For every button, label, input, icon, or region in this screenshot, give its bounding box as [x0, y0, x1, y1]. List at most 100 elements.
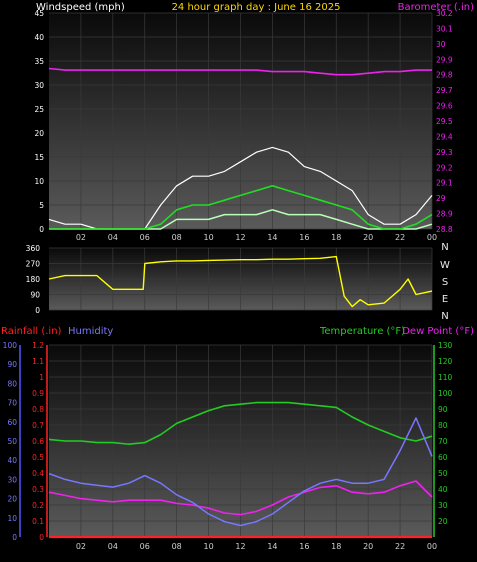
rainfall-axis-label: Rainfall (.in): [1, 326, 62, 337]
temperature-tick-label: 40: [438, 485, 448, 494]
weather-charts: Windspeed (mph) 24 hour graph day : June…: [1, 2, 474, 551]
rainfall-tick-label: 0.5: [32, 453, 44, 462]
temperature-tick-label: 110: [438, 373, 453, 382]
x-tick-label: 22: [395, 542, 405, 551]
barometer-tick-label: 29.6: [436, 102, 453, 111]
humidity-tick-label: 90: [7, 360, 17, 369]
barometer-tick-label: 28.9: [436, 210, 453, 219]
barometer-tick-label: 29.9: [436, 55, 453, 64]
wind-tick-label: 45: [34, 9, 44, 18]
wind-tick-label: 5: [39, 201, 44, 210]
rainfall-tick-label: 0.8: [32, 405, 44, 414]
x-tick-label: 10: [203, 542, 213, 551]
compass-label: S: [442, 277, 448, 288]
temp-x-ticks: 02 04 06 08 10 12 14 16 18 20 22 00: [76, 542, 437, 551]
x-tick-label: 12: [235, 542, 245, 551]
rainfall-tick-label: 0.3: [32, 485, 44, 494]
direction-tick-label: 180: [26, 275, 41, 284]
x-tick-label: 10: [203, 233, 213, 242]
temperature-tick-label: 30: [438, 501, 448, 510]
wind-tick-label: 0: [39, 225, 44, 234]
x-tick-label: 06: [140, 542, 150, 551]
barometer-tick-label: 29: [436, 194, 446, 203]
temperature-tick-label: 130: [438, 341, 453, 350]
x-tick-label: 04: [108, 233, 118, 242]
temperature-tick-label: 20: [438, 517, 448, 526]
direction-tick-label: 90: [30, 291, 40, 300]
x-tick-label: 02: [76, 542, 86, 551]
temperature-axis-label: Temperature (°F): [319, 326, 405, 337]
rainfall-tick-label: 1.1: [32, 357, 44, 366]
humidity-tick-label: 20: [7, 495, 17, 504]
x-tick-label: 08: [172, 233, 182, 242]
temperature-tick-label: 50: [438, 469, 448, 478]
rainfall-tick-label: 0.7: [32, 421, 44, 430]
barometer-y-ticks: 28.8 28.9 29 29.1 29.2 29.3 29.4 29.5 29.6 29.7 29…: [436, 9, 453, 234]
wind-tick-label: 35: [34, 57, 44, 66]
humidity-tick-label: 70: [7, 399, 17, 408]
compass-labels: NWSEN: [440, 242, 450, 322]
rainfall-tick-label: 0.6: [32, 437, 44, 446]
x-tick-label: 16: [299, 233, 309, 242]
wind-axis-label: Windspeed (mph): [36, 2, 125, 13]
barometer-tick-label: 29.5: [436, 117, 453, 126]
x-tick-label: 16: [299, 542, 309, 551]
barometer-tick-label: 30.1: [436, 24, 453, 33]
barometer-tick-label: 30.2: [436, 9, 453, 18]
temperature-tick-label: 100: [438, 389, 453, 398]
direction-tick-label: 360: [26, 244, 41, 253]
wind-tick-label: 30: [34, 81, 44, 90]
wind-tick-label: 15: [34, 153, 44, 162]
barometer-tick-label: 28.8: [436, 225, 453, 234]
x-tick-label: 20: [363, 233, 373, 242]
x-tick-label: 00: [427, 542, 437, 551]
temperature-y-ticks: 20 30 40 50 60 70 80 90 100 110 120 130: [438, 341, 453, 526]
x-tick-label: 04: [108, 542, 118, 551]
rainfall-y-ticks: 0 0.1 0.2 0.3 0.4 0.5 0.6 0.7 0.8 0.9 1 1.1 1.2: [32, 341, 44, 542]
rainfall-tick-label: 1: [39, 373, 44, 382]
x-tick-label: 18: [331, 542, 341, 551]
x-tick-label: 00: [427, 233, 437, 242]
x-tick-label: 12: [235, 233, 245, 242]
humidity-axis-label: Humidity: [68, 326, 113, 337]
wind-tick-label: 40: [34, 33, 44, 42]
barometer-tick-label: 29.3: [436, 148, 453, 157]
rainfall-tick-label: 0.1: [32, 517, 44, 526]
humidity-tick-label: 40: [7, 456, 17, 465]
compass-label: N: [441, 242, 448, 253]
compass-label: E: [442, 294, 448, 305]
rainfall-tick-label: 0.9: [32, 389, 44, 398]
barometer-tick-label: 30: [436, 40, 446, 49]
compass-label: N: [441, 311, 448, 322]
barometer-tick-label: 29.2: [436, 163, 453, 172]
direction-tick-label: 0: [35, 306, 40, 315]
compass-label: W: [440, 260, 450, 271]
rainfall-tick-label: 0.2: [32, 501, 44, 510]
x-tick-label: 20: [363, 542, 373, 551]
wind-y-ticks: 0 5 10 15 20 25 30 35 40 45: [34, 9, 44, 234]
humidity-tick-label: 50: [7, 437, 17, 446]
x-tick-label: 14: [267, 233, 277, 242]
rainfall-tick-label: 0: [39, 533, 44, 542]
temperature-tick-label: 90: [438, 405, 448, 414]
dewpoint-axis-label: Dew Point (°F): [402, 326, 474, 337]
wind-tick-label: 20: [34, 129, 44, 138]
x-tick-label: 08: [172, 542, 182, 551]
humidity-tick-label: 60: [7, 418, 17, 427]
wind-tick-label: 10: [34, 177, 44, 186]
humidity-y-ticks: 0 10 20 30 40 50 60 70 80 90 100: [3, 341, 18, 542]
barometer-tick-label: 29.8: [436, 71, 453, 80]
humidity-tick-label: 80: [7, 379, 17, 388]
barometer-tick-label: 29.7: [436, 86, 453, 95]
temperature-tick-label: 80: [438, 421, 448, 430]
x-tick-label: 06: [140, 233, 150, 242]
x-tick-label: 18: [331, 233, 341, 242]
humidity-tick-label: 30: [7, 475, 17, 484]
humidity-tick-label: 0: [12, 533, 17, 542]
wind-tick-label: 25: [34, 105, 44, 114]
x-tick-label: 14: [267, 542, 277, 551]
temperature-tick-label: 70: [438, 437, 448, 446]
barometer-tick-label: 29.1: [436, 179, 453, 188]
x-tick-label: 22: [395, 233, 405, 242]
wind-x-ticks: 02 04 06 08 10 12 14 16 18 20 22 00: [76, 233, 437, 242]
